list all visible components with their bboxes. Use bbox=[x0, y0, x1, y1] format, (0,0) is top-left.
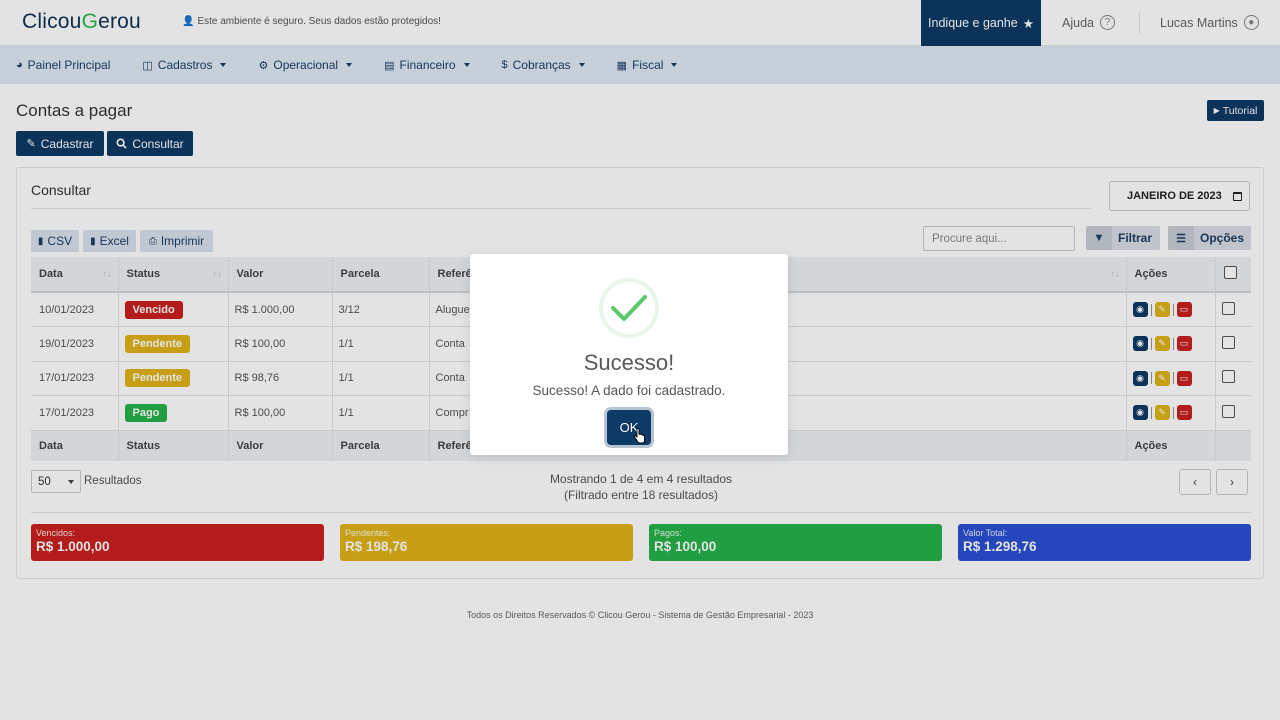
dialog-message: Sucesso! A dado foi cadastrado. bbox=[532, 383, 726, 398]
dialog-title: Sucesso! bbox=[583, 350, 675, 375]
success-dialog: Sucesso! Sucesso! A dado foi cadastrado.… bbox=[470, 254, 788, 455]
hand-cursor-icon bbox=[633, 428, 645, 444]
success-check-icon bbox=[599, 278, 659, 338]
